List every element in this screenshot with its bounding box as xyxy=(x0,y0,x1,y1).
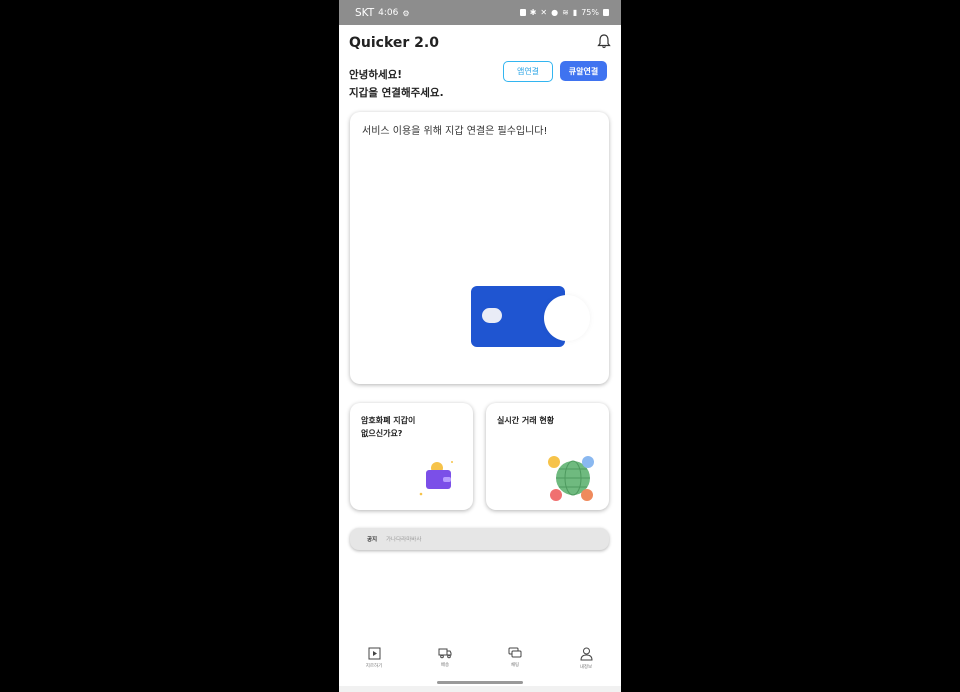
wallet-clasp xyxy=(482,308,502,323)
greeting-line-1: 안녕하세요! xyxy=(349,69,403,81)
location-icon: ● xyxy=(551,8,559,17)
phone-screen: SKT 4:06 ⚙ ✱ ✕ ● ≋ ▮ 75% Quicker 2.0 안녕하… xyxy=(339,0,621,692)
notification-icon: ⚙ xyxy=(402,8,410,18)
mute-icon: ✕ xyxy=(540,8,548,17)
notice-banner[interactable]: 공지 가나다라마바사 xyxy=(350,528,609,550)
nav-item-jireuhagi[interactable]: 지르하기 xyxy=(354,647,394,669)
wallet-connect-card[interactable]: 서비스 이용을 위해 지갑 연결은 필수입니다! xyxy=(350,112,609,384)
nav-label-myinfo: 내정보 xyxy=(579,665,593,670)
nav-label-jireuhagi: 지르하기 xyxy=(365,664,383,669)
sim-icon xyxy=(519,9,526,16)
app-connect-button[interactable]: 앱연결 xyxy=(503,61,553,82)
user-icon xyxy=(579,647,593,661)
nav-label-chat: 채팅 xyxy=(510,663,520,668)
nav-label-delivery: 배송 xyxy=(440,663,450,668)
bluetooth-icon: ✱ xyxy=(529,8,537,17)
app-title: Quicker 2.0 xyxy=(349,35,439,51)
greeting: 안녕하세요! 지갑을 연결해주세요. xyxy=(349,66,444,102)
live-trade-card[interactable]: 실시간 거래 현황 xyxy=(486,403,609,510)
no-wallet-text: 암호화폐 지갑이 없으신가요? xyxy=(361,414,415,440)
bell-icon[interactable] xyxy=(597,33,611,49)
wallet-required-text: 서비스 이용을 위해 지갑 연결은 필수입니다! xyxy=(362,126,548,137)
truck-icon xyxy=(438,648,452,659)
gesture-area xyxy=(339,686,621,692)
nav-item-chat[interactable]: 채팅 xyxy=(495,647,535,668)
wallet-circle-decor xyxy=(544,295,590,341)
nav-item-myinfo[interactable]: 내정보 xyxy=(566,647,606,670)
nav-item-delivery[interactable]: 배송 xyxy=(425,647,465,668)
add-square-icon xyxy=(368,647,380,660)
no-wallet-line-2: 없으신가요? xyxy=(361,429,403,438)
status-bar: SKT 4:06 ⚙ ✱ ✕ ● ≋ ▮ 75% xyxy=(339,0,621,25)
notice-text: 가나다라마바사 xyxy=(386,537,422,543)
bottom-navigation: 지르하기 배송 채팅 내정보 xyxy=(339,642,621,682)
wifi-icon: ≋ xyxy=(562,8,569,17)
signal-icon: ▮ xyxy=(572,8,578,17)
status-right: ✱ ✕ ● ≋ ▮ 75% xyxy=(519,8,609,17)
live-trade-title: 실시간 거래 현황 xyxy=(497,416,555,425)
battery-icon xyxy=(603,9,609,16)
app-bar: Quicker 2.0 xyxy=(339,25,621,59)
notice-label: 공지 xyxy=(367,537,378,543)
no-wallet-line-1: 암호화폐 지갑이 xyxy=(361,416,416,425)
qr-connect-button[interactable]: 큐알연결 xyxy=(560,61,607,81)
battery-level: 75% xyxy=(581,8,599,17)
carrier-name: SKT xyxy=(355,7,375,19)
status-left: SKT 4:06 ⚙ xyxy=(355,7,410,19)
purple-wallet-icon xyxy=(419,461,453,496)
home-indicator[interactable] xyxy=(437,681,523,684)
greeting-line-2: 지갑을 연결해주세요. xyxy=(349,87,444,99)
clock: 4:06 xyxy=(378,8,399,18)
no-wallet-card[interactable]: 암호화폐 지갑이 없으신가요? xyxy=(350,403,473,510)
globe-network-icon xyxy=(548,456,594,501)
chat-icon xyxy=(508,647,522,658)
